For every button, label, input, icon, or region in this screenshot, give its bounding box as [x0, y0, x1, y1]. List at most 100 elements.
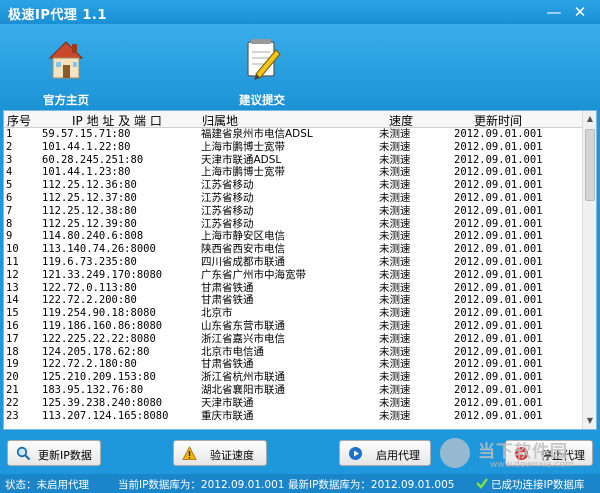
row-speed: 未测速: [379, 307, 411, 320]
enable-proxy-button[interactable]: 启用代理: [339, 440, 431, 466]
row-number: 7: [6, 204, 13, 217]
table-row[interactable]: 19 122.72.2.180:80 甘肃省铁通 未测速 2012.09.01.001: [4, 358, 582, 371]
table-row[interactable]: 6 112.25.12.37:80 江苏省移动 未测速 2012.09.01.001: [4, 192, 582, 205]
vertical-scrollbar[interactable]: ▲ ▼: [582, 111, 596, 429]
table-row[interactable]: 16 119.186.160.86:8080 山东省东营市联通 未测速 2012.09.…: [4, 320, 582, 333]
scroll-thumb[interactable]: [585, 129, 595, 201]
table-row[interactable]: 3 60.28.245.251:80 天津市联通ADSL 未测速 2012.09.01.…: [4, 154, 582, 167]
row-speed: 未测速: [379, 345, 411, 358]
row-location: 湖北省襄阳市联通: [201, 383, 285, 396]
row-location: 山东省东营市联通: [201, 319, 285, 332]
row-speed: 未测速: [379, 179, 411, 192]
close-button[interactable]: ✕: [569, 2, 591, 22]
row-number: 6: [6, 191, 13, 204]
row-location: 陕西省西安市电信: [201, 243, 285, 256]
table-row[interactable]: 17 122.225.22.22:8080 浙江省嘉兴市电信 未测速 2012.09.0…: [4, 333, 582, 346]
table-row[interactable]: 1 59.57.15.71:80 福建省泉州市电信ADSL 未测速 2012.09.01…: [4, 128, 582, 141]
row-ip-port: 124.205.178.62:80: [42, 345, 150, 358]
row-location: 甘肃省铁通: [201, 281, 254, 294]
table-row[interactable]: 5 112.25.12.36:80 江苏省移动 未测速 2012.09.01.001: [4, 179, 582, 192]
official-homepage-button[interactable]: 官方主页: [26, 30, 106, 107]
row-ip-port: 119.6.73.235:80: [42, 255, 137, 268]
row-number: 2: [6, 140, 13, 153]
table-row[interactable]: 18 124.205.178.62:80 北京市电信通 未测速 2012.09.01.0…: [4, 346, 582, 359]
update-ip-data-button[interactable]: 更新IP数据: [7, 440, 101, 466]
row-speed: 未测速: [379, 166, 411, 179]
row-location: 天津市联通ADSL: [201, 153, 282, 166]
row-updated: 2012.09.01.001: [454, 332, 543, 345]
row-speed: 未测速: [379, 191, 411, 204]
update-ip-data-label: 更新IP数据: [38, 449, 92, 462]
minimize-button[interactable]: —: [543, 2, 565, 22]
row-number: 8: [6, 217, 13, 230]
verify-speed-button[interactable]: 验证速度: [173, 440, 267, 466]
table-row[interactable]: 10 113.140.74.26:8000 陕西省西安市电信 未测速 2012.09.0…: [4, 243, 582, 256]
row-updated: 2012.09.01.001: [454, 191, 543, 204]
row-speed: 未测速: [379, 153, 411, 166]
row-location: 甘肃省铁通: [201, 358, 254, 371]
row-number: 19: [6, 358, 19, 371]
proxy-state-text: 状态：未启用代理: [5, 479, 89, 491]
row-ip-port: 101.44.1.23:80: [42, 166, 131, 179]
table-row[interactable]: 15 119.254.90.18:8080 北京市 未测速 2012.09.01.001: [4, 307, 582, 320]
table-row[interactable]: 21 183.95.132.76:80 湖北省襄阳市联通 未测速 2012.09.01.…: [4, 384, 582, 397]
suggestion-label: 建议提交: [239, 93, 285, 107]
proxy-table[interactable]: 序号 IP 地 址 及 端 口 归属地 速度 更新时间 1 59.57.15.71…: [3, 110, 597, 430]
row-location: 浙江省杭州市联通: [201, 371, 285, 384]
row-location: 江苏省移动: [201, 191, 254, 204]
row-speed: 未测速: [379, 268, 411, 281]
scroll-down-icon[interactable]: ▼: [584, 414, 596, 428]
table-row[interactable]: 23 113.207.124.165:8080 重庆市联通 未测速 2012.09.01…: [4, 410, 582, 423]
table-row[interactable]: 11 119.6.73.235:80 四川省成都市联通 未测速 2012.09.01.0…: [4, 256, 582, 269]
status-bar: 状态：未启用代理 当前IP数据库为：2012.09.01.001 最新IP数据库…: [0, 474, 600, 493]
table-row[interactable]: 8 112.25.12.39:80 江苏省移动 未测速 2012.09.01.001: [4, 218, 582, 231]
table-row[interactable]: 14 122.72.2.200:80 甘肃省铁通 未测速 2012.09.01.001: [4, 294, 582, 307]
row-speed: 未测速: [379, 358, 411, 371]
table-row[interactable]: 12 121.33.249.170:8080 广东省广州市中海宽带 未测速 2012.0…: [4, 269, 582, 282]
row-location: 四川省成都市联通: [201, 255, 285, 268]
row-location: 甘肃省铁通: [201, 294, 254, 307]
column-header-location[interactable]: 归属地: [202, 112, 238, 129]
row-number: 21: [6, 383, 19, 396]
stop-proxy-button[interactable]: 停止代理: [505, 440, 593, 466]
current-db-text: 当前IP数据库为：2012.09.01.001: [118, 479, 285, 491]
table-row[interactable]: 2 101.44.1.22:80 上海市鹏博士宽带 未测速 2012.09.01.001: [4, 141, 582, 154]
main-window: 极速IP代理 1.1 — ✕ 官方主页 建议提交 序号 IP 地 址 及 端 口…: [0, 0, 600, 493]
submit-suggestion-button[interactable]: 建议提交: [222, 30, 302, 107]
column-header-no[interactable]: 序号: [7, 112, 31, 129]
table-row[interactable]: 9 114.80.240.6:808 上海市静安区电信 未测速 2012.09.01.0…: [4, 230, 582, 243]
row-ip-port: 122.225.22.22:8080: [42, 332, 156, 345]
row-number: 20: [6, 371, 19, 384]
row-number: 12: [6, 268, 19, 281]
title-bar[interactable]: 极速IP代理 1.1 — ✕: [0, 0, 600, 24]
table-row[interactable]: 20 125.210.209.153:80 浙江省杭州市联通 未测速 2012.09.0…: [4, 371, 582, 384]
row-updated: 2012.09.01.001: [454, 383, 543, 396]
row-speed: 未测速: [379, 319, 411, 332]
enable-proxy-label: 启用代理: [376, 449, 420, 462]
row-updated: 2012.09.01.001: [454, 396, 543, 409]
column-header-speed[interactable]: 速度: [389, 112, 413, 129]
row-ip-port: 183.95.132.76:80: [42, 383, 144, 396]
row-location: 江苏省移动: [201, 179, 254, 192]
row-updated: 2012.09.01.001: [454, 128, 543, 140]
table-row[interactable]: 22 125.39.238.240:8080 天津市联通 未测速 2012.09.01.…: [4, 397, 582, 410]
table-row[interactable]: 4 101.44.1.23:80 上海市鹏博士宽带 未测速 2012.09.01.001: [4, 166, 582, 179]
row-number: 14: [6, 294, 19, 307]
row-number: 23: [6, 409, 19, 422]
column-header-updated[interactable]: 更新时间: [474, 112, 522, 129]
table-row[interactable]: 13 122.72.0.113:80 甘肃省铁通 未测速 2012.09.01.001: [4, 282, 582, 295]
row-ip-port: 125.210.209.153:80: [42, 371, 156, 384]
row-speed: 未测速: [379, 371, 411, 384]
table-row[interactable]: 7 112.25.12.38:80 江苏省移动 未测速 2012.09.01.001: [4, 205, 582, 218]
row-ip-port: 112.25.12.38:80: [42, 204, 137, 217]
row-updated: 2012.09.01.001: [454, 217, 543, 230]
watermark-logo-icon: [440, 438, 470, 468]
row-ip-port: 112.25.12.39:80: [42, 217, 137, 230]
row-updated: 2012.09.01.001: [454, 358, 543, 371]
row-ip-port: 114.80.240.6:808: [42, 230, 144, 243]
row-ip-port: 119.186.160.86:8080: [42, 319, 163, 332]
verify-speed-label: 验证速度: [210, 449, 254, 462]
scroll-up-icon[interactable]: ▲: [584, 112, 596, 126]
latest-db-text: 最新IP数据库为：2012.09.01.005: [288, 479, 455, 491]
column-header-ip[interactable]: IP 地 址 及 端 口: [72, 112, 162, 129]
